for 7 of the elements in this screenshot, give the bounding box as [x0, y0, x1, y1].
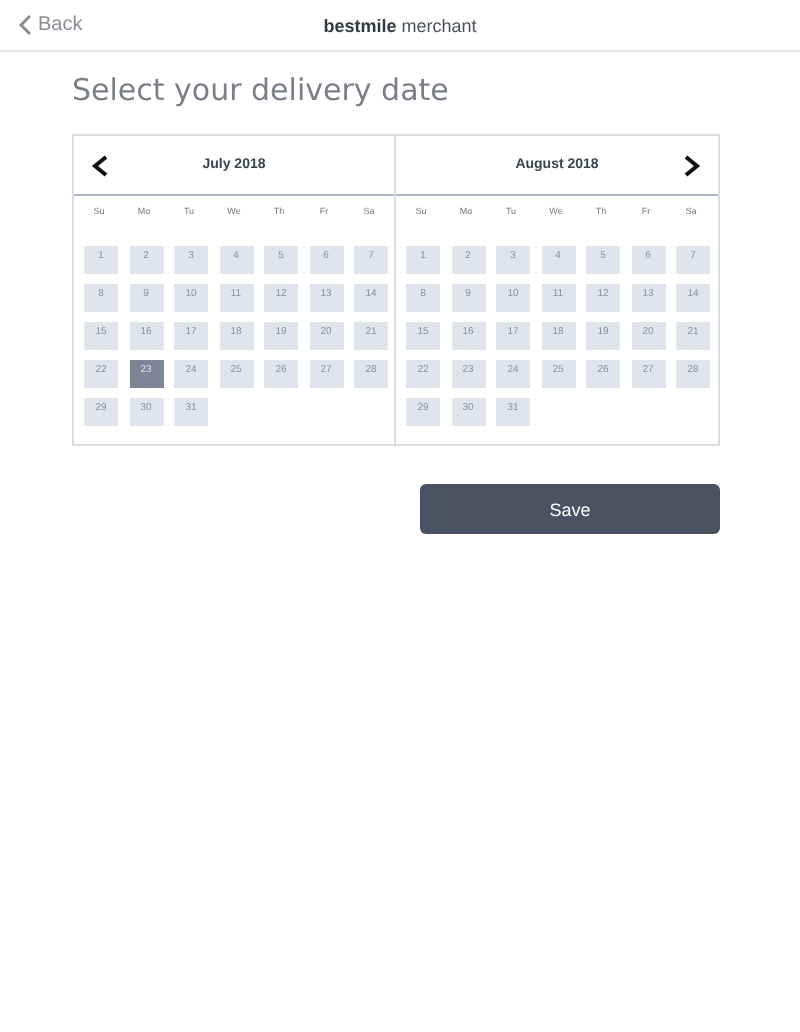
page-title: Select your delivery date [72, 72, 451, 108]
back-button[interactable]: Back [18, 14, 83, 36]
next-month-button[interactable] [680, 154, 704, 178]
brand-logo: bestmile merchant [323, 15, 477, 35]
save-button[interactable]: Save [420, 484, 720, 534]
previous-month-button[interactable] [88, 154, 112, 178]
chevron-left-icon [18, 14, 32, 36]
